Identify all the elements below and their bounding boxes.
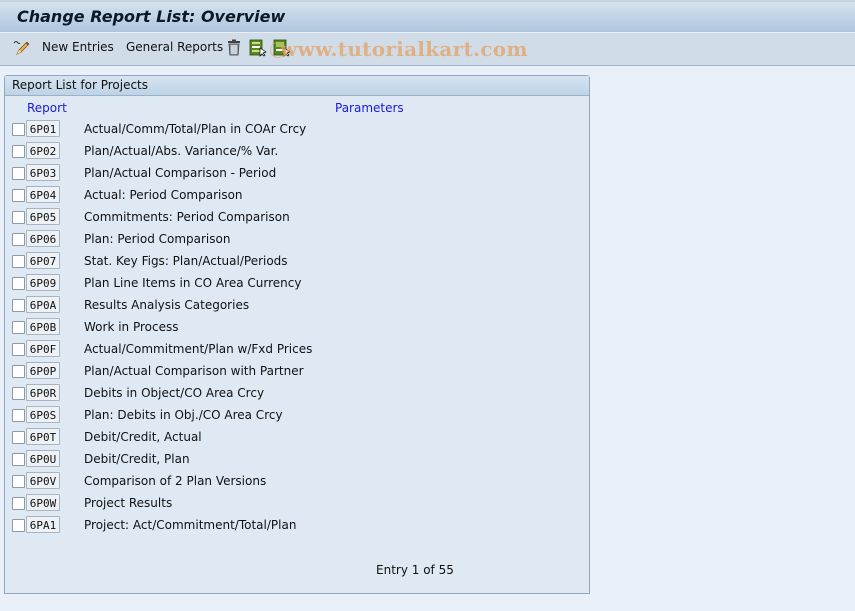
report-description: Actual/Comm/Total/Plan in COAr Crcy <box>84 122 307 136</box>
table-row[interactable]: 6P01 Actual/Comm/Total/Plan in COAr Crcy <box>5 120 585 140</box>
report-list-panel: Report List for Projects Report Paramete… <box>4 75 590 594</box>
row-select-checkbox[interactable] <box>12 431 25 444</box>
report-key-field[interactable]: 6P07 <box>26 252 60 269</box>
report-key-field[interactable]: 6P05 <box>26 208 60 225</box>
row-select-checkbox[interactable] <box>12 189 25 202</box>
row-select-checkbox[interactable] <box>12 453 25 466</box>
report-key-field[interactable]: 6P02 <box>26 142 60 159</box>
entry-counter: Entry 1 of 55 <box>376 563 454 577</box>
report-key-field[interactable]: 6P03 <box>26 164 60 181</box>
table-row[interactable]: 6P0R Debits in Object/CO Area Crcy <box>5 384 585 404</box>
table-row[interactable]: 6P0S Plan: Debits in Obj./CO Area Crcy <box>5 406 585 426</box>
table-row[interactable]: 6P0V Comparison of 2 Plan Versions <box>5 472 585 492</box>
table-row[interactable]: 6P04 Actual: Period Comparison <box>5 186 585 206</box>
report-description: Plan/Actual/Abs. Variance/% Var. <box>84 144 279 158</box>
delete-trash-icon[interactable] <box>226 39 244 57</box>
title-bar: Change Report List: Overview <box>0 0 855 33</box>
window-title: Change Report List: Overview <box>17 7 286 26</box>
report-description: Plan Line Items in CO Area Currency <box>84 276 302 290</box>
report-description: Actual/Commitment/Plan w/Fxd Prices <box>84 342 313 356</box>
report-key-field[interactable]: 6P0V <box>26 472 60 489</box>
new-entries-button[interactable]: New Entries <box>42 40 114 54</box>
report-key-field[interactable]: 6P09 <box>26 274 60 291</box>
row-select-checkbox[interactable] <box>12 497 25 510</box>
row-select-checkbox[interactable] <box>12 123 25 136</box>
report-description: Debit/Credit, Plan <box>84 452 190 466</box>
row-select-checkbox[interactable] <box>12 475 25 488</box>
report-description: Comparison of 2 Plan Versions <box>84 474 267 488</box>
report-description: Actual: Period Comparison <box>84 188 243 202</box>
row-select-checkbox[interactable] <box>12 145 25 158</box>
report-description: Plan: Period Comparison <box>84 232 231 246</box>
report-description: Results Analysis Categories <box>84 298 250 312</box>
table-row[interactable]: 6P0U Debit/Credit, Plan <box>5 450 585 470</box>
report-description: Commitments: Period Comparison <box>84 210 290 224</box>
table-row[interactable]: 6P09 Plan Line Items in CO Area Currency <box>5 274 585 294</box>
column-header-report[interactable]: Report <box>27 101 67 115</box>
row-select-checkbox[interactable] <box>12 365 25 378</box>
report-key-field[interactable]: 6PA1 <box>26 516 60 533</box>
row-select-checkbox[interactable] <box>12 409 25 422</box>
row-select-checkbox[interactable] <box>12 233 25 246</box>
edit-pencil-icon[interactable] <box>12 39 30 57</box>
table-row[interactable]: 6PA1 Project: Act/Commitment/Total/Plan <box>5 516 585 536</box>
row-select-checkbox[interactable] <box>12 277 25 290</box>
panel-title: Report List for Projects <box>5 76 589 96</box>
report-key-field[interactable]: 6P0S <box>26 406 60 423</box>
report-key-field[interactable]: 6P0U <box>26 450 60 467</box>
report-key-field[interactable]: 6P04 <box>26 186 60 203</box>
report-key-field[interactable]: 6P0W <box>26 494 60 511</box>
row-select-checkbox[interactable] <box>12 387 25 400</box>
report-key-field[interactable]: 6P0P <box>26 362 60 379</box>
report-description: Project: Act/Commitment/Total/Plan <box>84 518 297 532</box>
row-select-checkbox[interactable] <box>12 343 25 356</box>
table-row[interactable]: 6P03 Plan/Actual Comparison - Period <box>5 164 585 184</box>
general-reports-button[interactable]: General Reports <box>126 40 223 54</box>
table-row[interactable]: 6P0W Project Results <box>5 494 585 514</box>
report-description: Plan/Actual Comparison - Period <box>84 166 277 180</box>
report-description: Plan: Debits in Obj./CO Area Crcy <box>84 408 283 422</box>
table-row[interactable]: 6P06 Plan: Period Comparison <box>5 230 585 250</box>
table-row[interactable]: 6P05 Commitments: Period Comparison <box>5 208 585 228</box>
select-all-icon[interactable] <box>249 39 267 57</box>
table-row[interactable]: 6P07 Stat. Key Figs: Plan/Actual/Periods <box>5 252 585 272</box>
report-description: Plan/Actual Comparison with Partner <box>84 364 304 378</box>
table-row[interactable]: 6P0T Debit/Credit, Actual <box>5 428 585 448</box>
report-key-field[interactable]: 6P06 <box>26 230 60 247</box>
report-key-field[interactable]: 6P0B <box>26 318 60 335</box>
report-key-field[interactable]: 6P0T <box>26 428 60 445</box>
row-select-checkbox[interactable] <box>12 255 25 268</box>
row-select-checkbox[interactable] <box>12 211 25 224</box>
column-header-parameters[interactable]: Parameters <box>335 101 404 115</box>
report-description: Debits in Object/CO Area Crcy <box>84 386 265 400</box>
watermark-text: www.tutorialkart.com <box>280 37 528 61</box>
report-key-field[interactable]: 6P0A <box>26 296 60 313</box>
row-select-checkbox[interactable] <box>12 299 25 312</box>
table-row[interactable]: 6P0A Results Analysis Categories <box>5 296 585 316</box>
report-description: Debit/Credit, Actual <box>84 430 202 444</box>
table-row[interactable]: 6P0P Plan/Actual Comparison with Partner <box>5 362 585 382</box>
report-key-field[interactable]: 6P0F <box>26 340 60 357</box>
report-key-field[interactable]: 6P01 <box>26 120 60 137</box>
row-select-checkbox[interactable] <box>12 321 25 334</box>
report-key-field[interactable]: 6P0R <box>26 384 60 401</box>
report-description: Stat. Key Figs: Plan/Actual/Periods <box>84 254 288 268</box>
report-description: Project Results <box>84 496 173 510</box>
table-row[interactable]: 6P0F Actual/Commitment/Plan w/Fxd Prices <box>5 340 585 360</box>
report-description: Work in Process <box>84 320 179 334</box>
table-row[interactable]: 6P0B Work in Process <box>5 318 585 338</box>
row-select-checkbox[interactable] <box>12 519 25 532</box>
table-row[interactable]: 6P02 Plan/Actual/Abs. Variance/% Var. <box>5 142 585 162</box>
row-select-checkbox[interactable] <box>12 167 25 180</box>
